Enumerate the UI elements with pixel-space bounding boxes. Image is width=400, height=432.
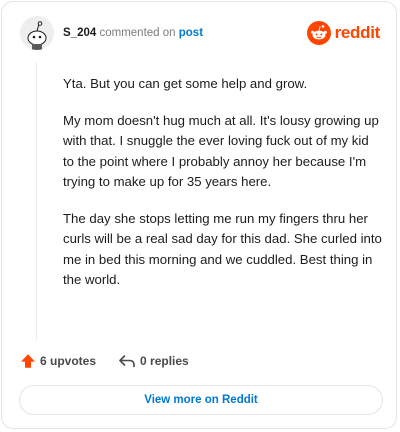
reddit-wordmark: reddit <box>334 23 381 42</box>
username-link[interactable]: S_204 <box>63 27 96 39</box>
comment-paragraph: My mom doesn't hug much at all. It's lou… <box>63 112 379 190</box>
comment-paragraph: Yta. But you can get some help and grow. <box>63 76 308 91</box>
comment-body: Yta. But you can get some help and grow.… <box>63 74 383 307</box>
upvote-arrow-icon <box>21 354 35 368</box>
reply-arrow-icon <box>119 355 135 368</box>
commented-on-text: commented on <box>99 27 176 39</box>
post-link[interactable]: post <box>179 27 203 39</box>
comment-header: S_204 commented on post reddit <box>20 16 380 52</box>
comment-actions: 6 upvotes 0 replies <box>20 351 189 371</box>
thread-line[interactable] <box>36 62 37 340</box>
reply-button[interactable]: 0 replies <box>118 353 189 369</box>
reddit-brand[interactable]: reddit <box>306 21 381 45</box>
view-more-button[interactable]: View more on Reddit <box>19 385 383 415</box>
comment-paragraph: The day she stops letting me run my fing… <box>63 210 382 288</box>
embedded-comment-card: S_204 commented on post reddit Yta. But … <box>1 1 397 429</box>
reply-count: 0 replies <box>140 354 189 368</box>
snoo-avatar-icon <box>20 16 54 50</box>
upvote-count: 6 upvotes <box>40 354 97 368</box>
user-avatar[interactable] <box>20 16 54 50</box>
comment-meta: S_204 commented on post <box>63 27 203 39</box>
upvote-button[interactable]: 6 upvotes <box>20 353 96 369</box>
reddit-logo-icon <box>306 21 331 45</box>
